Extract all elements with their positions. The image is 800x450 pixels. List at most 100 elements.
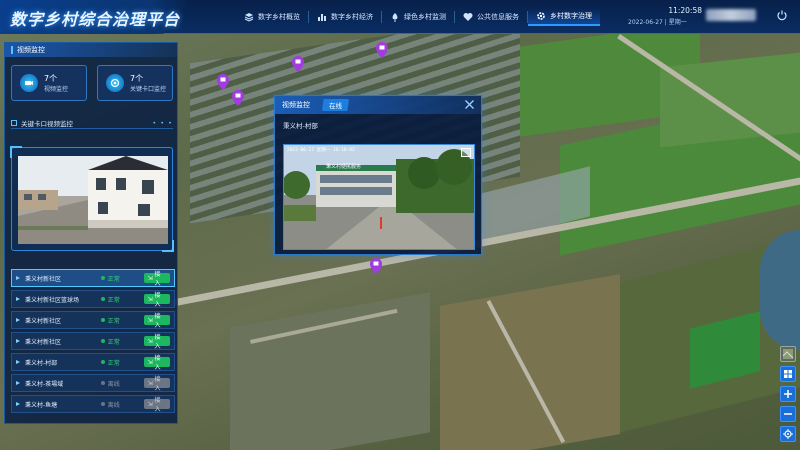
- nav-item-overview[interactable]: 数字乡村概览: [236, 8, 308, 26]
- connect-label: 接入: [154, 334, 161, 350]
- close-icon[interactable]: [464, 99, 475, 110]
- video-osd-timestamp: 2022-06-27 星期一 16:18:02: [287, 148, 355, 153]
- app-title: 数字乡村综合治理平台: [10, 10, 181, 29]
- map-field: [660, 52, 800, 148]
- top-header: 数字乡村综合治理平台 数字乡村概览 数字乡村经济 绿色乡村监测 公共信息服务 乡…: [0, 0, 800, 34]
- camera-pin-icon[interactable]: [376, 42, 388, 58]
- nav-item-public-service[interactable]: 公共信息服务: [455, 8, 527, 26]
- camera-status: 离线: [100, 379, 144, 388]
- status-dot: [100, 360, 105, 364]
- heart-icon: [463, 13, 473, 21]
- camera-pin-icon[interactable]: [217, 74, 229, 90]
- zoom-in-button[interactable]: [780, 386, 796, 402]
- panel-title-bar: 视频监控: [5, 43, 177, 57]
- camera-list: 秉义村新社区 正常 ⇲ 接入 秉义村新社区篮球场 正常 ⇲ 接入 秉义村新社区 正常 ⇲ 接入 秉义村新…: [11, 269, 175, 416]
- map-field: [230, 292, 430, 450]
- nav-item-economy[interactable]: 数字乡村经济: [309, 8, 381, 26]
- connect-label: 接入: [154, 397, 161, 413]
- status-text: 正常: [107, 317, 120, 325]
- basemap-switch-button[interactable]: [780, 346, 796, 362]
- camera-status: 正常: [100, 316, 144, 325]
- connect-button[interactable]: ⇲ 接入: [143, 334, 170, 350]
- camera-preview-frame: [10, 146, 174, 252]
- building-sign: 秉义村便民服务: [326, 164, 362, 170]
- play-icon: [16, 297, 20, 301]
- popup-title: 视频监控: [282, 101, 310, 109]
- status-text: 正常: [107, 338, 120, 346]
- stat-value: 7个: [44, 74, 58, 83]
- connect-icon: ⇲: [147, 358, 153, 366]
- camera-pin-icon[interactable]: [370, 258, 382, 274]
- locate-button[interactable]: [780, 426, 796, 442]
- camera-name: 秉义村-鱼塘: [25, 401, 58, 409]
- camera-icon: [20, 74, 38, 92]
- camera-preview-image[interactable]: [18, 156, 168, 244]
- panel-title: 视频监控: [17, 46, 45, 54]
- status-dot: [100, 339, 105, 343]
- connect-button[interactable]: ⇲ 接入: [143, 397, 170, 413]
- camera-status: 离线: [100, 400, 144, 409]
- stat-card-checkpoint: 7个 关键卡口监控: [97, 65, 173, 101]
- video-monitor-panel: 视频监控 7个 视频监控 7个 关键卡口监控 关键卡口视频监控 • • • 秉义…: [4, 42, 178, 424]
- play-icon: [16, 276, 20, 280]
- camera-row[interactable]: 秉义村新社区 正常 ⇲ 接入: [11, 269, 175, 287]
- stat-card-video: 7个 视频监控: [11, 65, 87, 101]
- grid-icon: [784, 370, 792, 378]
- camera-row[interactable]: 秉义村新社区篮球场 正常 ⇲ 接入: [11, 290, 175, 308]
- connect-button[interactable]: ⇲ 接入: [143, 271, 170, 287]
- camera-name: 秉义村新社区: [25, 317, 62, 325]
- connect-button[interactable]: ⇲ 接入: [143, 376, 170, 392]
- camera-row[interactable]: 秉义村-村部 正常 ⇲ 接入: [11, 353, 175, 371]
- play-icon: [16, 339, 20, 343]
- nav-label: 数字乡村经济: [331, 13, 373, 21]
- popup-header: 视频监控 在线: [275, 96, 481, 114]
- nav-label: 绿色乡村监测: [404, 13, 446, 21]
- stat-label: 视频监控: [44, 86, 69, 93]
- fullscreen-icon[interactable]: [461, 148, 471, 157]
- status-text: 正常: [107, 275, 120, 283]
- zoom-out-button[interactable]: [780, 406, 796, 422]
- camera-name: 秉义村-村部: [25, 359, 58, 367]
- camera-name: 秉义村新社区篮球场: [25, 296, 80, 304]
- more-dots-icon: • • •: [152, 118, 173, 127]
- main-nav: 数字乡村概览 数字乡村经济 绿色乡村监测 公共信息服务 乡村数字治理: [236, 8, 600, 26]
- minus-icon: [784, 413, 792, 415]
- play-icon: [16, 318, 20, 322]
- status-dot: [100, 381, 105, 385]
- nav-item-governance[interactable]: 乡村数字治理: [528, 8, 600, 26]
- nav-item-green-monitor[interactable]: 绿色乡村监测: [382, 8, 454, 26]
- camera-row[interactable]: 秉义村新社区 正常 ⇲ 接入: [11, 311, 175, 329]
- online-badge: 在线: [322, 99, 349, 111]
- connect-label: 接入: [154, 271, 161, 287]
- connect-label: 接入: [154, 292, 161, 308]
- play-icon: [16, 360, 20, 364]
- camera-row[interactable]: 秉义村新社区 正常 ⇲ 接入: [11, 332, 175, 350]
- connect-label: 接入: [154, 355, 161, 371]
- layers-grid-button[interactable]: [780, 366, 796, 382]
- settings-icon: [537, 12, 545, 20]
- section-marker: [11, 119, 17, 126]
- status-text: 正常: [107, 359, 120, 367]
- popup-camera-name: 秉义村-村部: [283, 122, 318, 130]
- power-icon[interactable]: [776, 9, 788, 21]
- nav-label: 公共信息服务: [477, 13, 519, 21]
- camera-status: 正常: [100, 295, 144, 304]
- connect-button[interactable]: ⇲ 接入: [143, 292, 170, 308]
- layers-icon: [244, 13, 254, 22]
- status-text: 正常: [107, 296, 120, 304]
- camera-name: 秉义村新社区: [25, 338, 62, 346]
- camera-pin-icon[interactable]: [232, 90, 244, 106]
- plus-icon: [784, 390, 792, 398]
- connect-icon: ⇲: [147, 337, 153, 345]
- connect-button[interactable]: ⇲ 接入: [143, 313, 170, 329]
- camera-pin-icon[interactable]: [292, 56, 304, 72]
- status-dot: [100, 297, 105, 301]
- title-accent: [11, 46, 13, 54]
- connect-label: 接入: [154, 313, 161, 329]
- popup-video-feed[interactable]: 2022-06-27 星期一 16:18:02 秉义村便民服务: [283, 144, 475, 250]
- user-name-blurred: [706, 9, 756, 21]
- basemap-icon: [782, 349, 794, 359]
- camera-row[interactable]: 秉义村-茶場域 离线 ⇲ 接入: [11, 374, 175, 392]
- camera-row[interactable]: 秉义村-鱼塘 离线 ⇲ 接入: [11, 395, 175, 413]
- connect-button[interactable]: ⇲ 接入: [143, 355, 170, 371]
